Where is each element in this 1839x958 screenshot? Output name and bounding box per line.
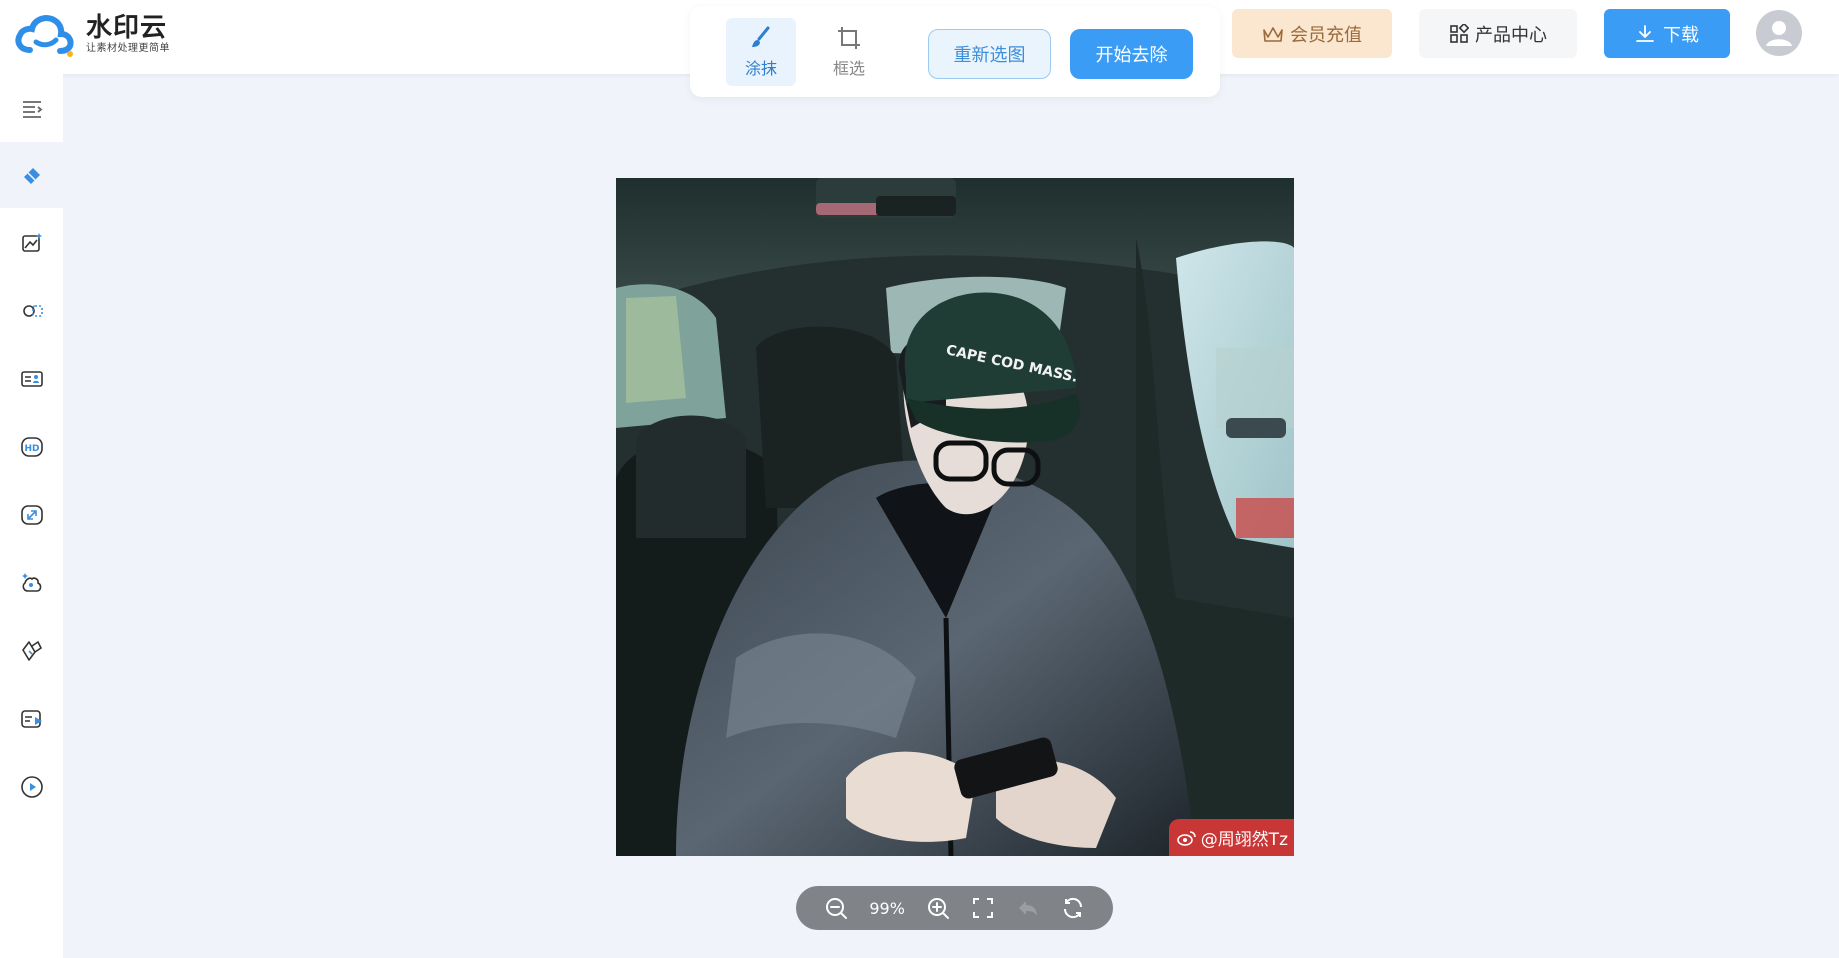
user-avatar[interactable] bbox=[1756, 10, 1802, 56]
sidebar-item-play[interactable] bbox=[0, 754, 63, 820]
resize-icon bbox=[20, 505, 43, 525]
zoom-in-icon bbox=[927, 898, 949, 919]
zoom-toolbar: 99% bbox=[796, 886, 1113, 930]
video-text-icon bbox=[20, 710, 42, 728]
product-center-label: 产品中心 bbox=[1475, 24, 1547, 46]
download-icon bbox=[1636, 24, 1654, 42]
eraser-icon bbox=[23, 168, 40, 184]
product-center-button[interactable]: 产品中心 bbox=[1419, 9, 1577, 58]
logo-name: 水印云 bbox=[86, 13, 168, 43]
logo-slogan: 让素材处理更简单 bbox=[86, 43, 170, 54]
tool-box-label: 框选 bbox=[832, 59, 865, 78]
image-canvas[interactable]: CAPE COD MASS. @周翊然Tz bbox=[616, 178, 1294, 856]
sidebar-item-ai-magic[interactable] bbox=[0, 550, 63, 616]
tool-panel: 涂抹 框选 重新选图 开始去除 bbox=[690, 6, 1220, 97]
cloud-logo-icon bbox=[15, 15, 74, 57]
id-photo-icon bbox=[20, 371, 43, 387]
weibo-icon bbox=[1176, 830, 1196, 846]
logo[interactable]: 水印云 让素材处理更简单 bbox=[14, 10, 170, 58]
link-icon bbox=[21, 640, 42, 661]
undo-button[interactable] bbox=[1016, 896, 1040, 920]
fullscreen-icon bbox=[972, 898, 993, 918]
cutout-icon bbox=[22, 305, 43, 317]
ai-magic-icon bbox=[21, 573, 41, 592]
zoom-out-icon bbox=[826, 898, 848, 919]
download-button[interactable]: 下载 bbox=[1604, 9, 1730, 58]
sidebar-item-cutout[interactable] bbox=[0, 278, 63, 344]
user-icon bbox=[1766, 21, 1792, 46]
image-edit-icon bbox=[21, 233, 42, 252]
sidebar-item-resize[interactable] bbox=[0, 482, 63, 548]
crop-icon bbox=[838, 27, 860, 49]
sidebar-item-link[interactable] bbox=[0, 618, 63, 684]
sidebar-item-eraser[interactable] bbox=[0, 142, 63, 208]
start-remove-button[interactable]: 开始去除 bbox=[1070, 29, 1193, 79]
vip-recharge-button[interactable]: 会员充值 bbox=[1232, 9, 1392, 58]
hd-icon: HD bbox=[20, 437, 43, 457]
sidebar-item-id-photo[interactable] bbox=[0, 346, 63, 412]
fit-screen-button[interactable] bbox=[971, 896, 995, 920]
zoom-in-button[interactable] bbox=[926, 896, 950, 920]
tool-smear[interactable]: 涂抹 bbox=[726, 18, 796, 86]
sidebar-item-collapse[interactable] bbox=[0, 76, 63, 142]
menu-collapse-icon bbox=[22, 101, 42, 118]
play-icon bbox=[20, 776, 43, 798]
download-label: 下载 bbox=[1663, 24, 1699, 46]
sidebar-item-image-edit[interactable] bbox=[0, 210, 63, 276]
zoom-level: 99% bbox=[869, 898, 905, 918]
undo-icon bbox=[1018, 901, 1037, 916]
watermark-text: @周翊然Tz bbox=[1200, 830, 1288, 850]
photo-illustration: CAPE COD MASS. bbox=[616, 178, 1294, 856]
left-sidebar: HD bbox=[0, 74, 63, 958]
sidebar-item-video-text[interactable] bbox=[0, 686, 63, 752]
refresh-icon bbox=[1063, 897, 1082, 919]
svg-text:HD: HD bbox=[24, 444, 39, 454]
vip-recharge-label: 会员充值 bbox=[1290, 24, 1362, 46]
tool-box-select[interactable]: 框选 bbox=[814, 18, 884, 86]
sidebar-item-hd[interactable]: HD bbox=[0, 414, 63, 480]
weibo-watermark: @周翊然Tz bbox=[1168, 819, 1294, 856]
brush-icon bbox=[752, 26, 770, 47]
reselect-image-button[interactable]: 重新选图 bbox=[928, 29, 1051, 79]
reset-button[interactable] bbox=[1061, 896, 1085, 920]
tool-smear-label: 涂抹 bbox=[744, 59, 777, 78]
grid-apps-icon bbox=[1450, 23, 1469, 43]
zoom-out-button[interactable] bbox=[824, 896, 848, 920]
crown-icon bbox=[1263, 26, 1283, 42]
